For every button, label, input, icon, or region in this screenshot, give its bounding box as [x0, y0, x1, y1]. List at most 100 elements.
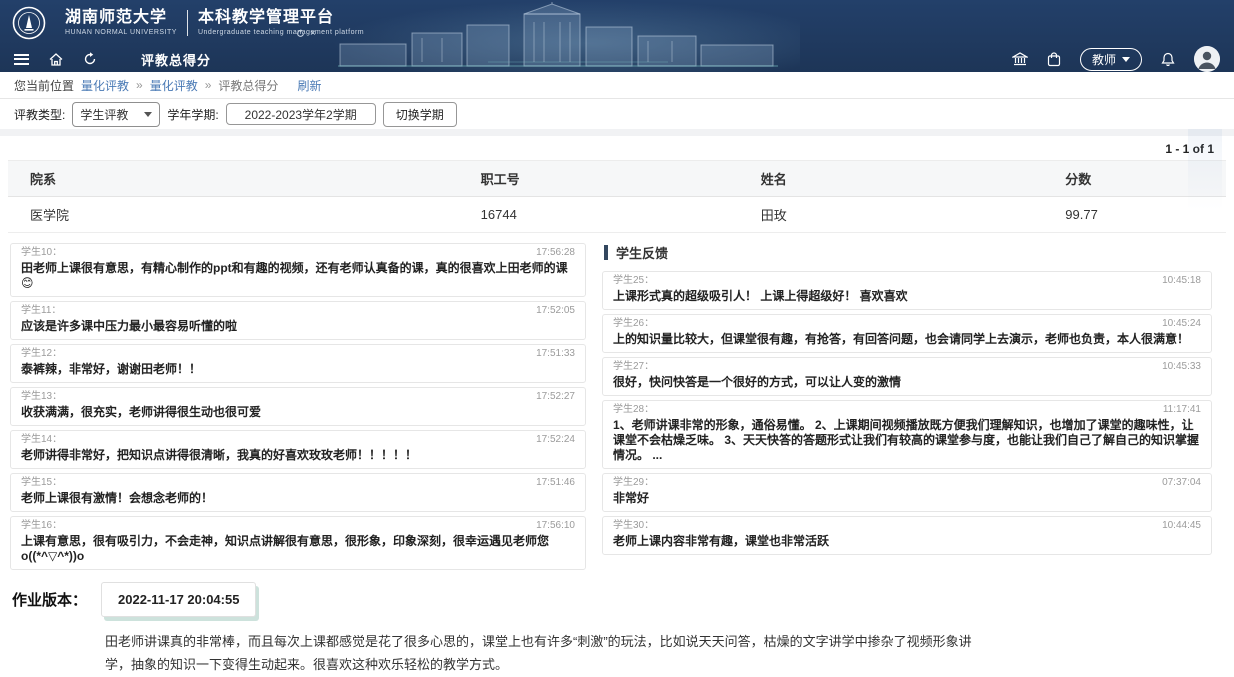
- eval-type-value: 学生评教: [80, 106, 128, 123]
- university-seal-logo: [12, 6, 46, 40]
- comment-author: 学生12：: [21, 348, 62, 360]
- comment-card: 学生15： 17:51:46 老师上课很有激情！会想念老师的！: [10, 473, 586, 512]
- comment-text: 老师讲得非常好，把知识点讲得很清晰，我真的好喜欢玫玫老师！！！！！: [21, 448, 575, 463]
- section-divider: [0, 129, 1234, 136]
- cell-score: 99.77: [1043, 197, 1226, 233]
- comment-card: 学生12：17:51:33 泰裤辣，非常好，谢谢田老师！！: [10, 344, 586, 383]
- col-header-score: 分数: [1043, 161, 1226, 197]
- comment-card: 学生28： 11:17:41 1、老师讲课非常的形象，通俗易懂。 2、上课期间视频…: [602, 400, 1212, 469]
- comment-card: 学生26： 10:45:24 上的知识量比较大，但课堂很有趣，有抢答，有回答问题，…: [602, 314, 1212, 353]
- comment-author: 学生28：: [613, 404, 654, 416]
- term-input[interactable]: [226, 103, 376, 125]
- platform-name: 本科教学管理平台: [198, 9, 364, 27]
- comment-author: 学生25：: [613, 275, 654, 287]
- col-header-staff-id: 职工号: [459, 161, 739, 197]
- feedback-title-text: 学生反馈: [616, 243, 668, 262]
- brand-divider: [187, 10, 188, 36]
- comment-author: 学生27：: [613, 361, 654, 373]
- comments-left-column: 学生10： 17:56:28 田老师上课很有意思，有精心制作的ppt和有趣的视频，…: [10, 243, 586, 574]
- comment-time: 10:44:45: [1162, 520, 1201, 532]
- comment-card: 学生27： 10:45:33 很好，快问快答是一个很好的方式，可以让人变的激情: [602, 357, 1212, 396]
- comment-author: 学生13：: [21, 391, 62, 403]
- comment-card: 学生10： 17:56:28 田老师上课很有意思，有精心制作的ppt和有趣的视频，…: [10, 243, 586, 297]
- table-header-row: 院系 职工号 姓名 分数: [8, 161, 1226, 197]
- eval-type-select[interactable]: 学生评教: [72, 102, 160, 127]
- user-avatar[interactable]: [1194, 46, 1220, 72]
- comment-time: 17:52:05: [536, 305, 575, 317]
- comment-card: 学生25： 10:45:18 上课形式真的超级吸引人！ 上课上得超级好！ 喜欢喜欢: [602, 271, 1212, 310]
- comment-text: 非常好: [613, 491, 1201, 506]
- comment-time: 10:45:33: [1162, 361, 1201, 373]
- tab-refresh-icon[interactable]: [296, 29, 305, 38]
- comment-text: 上课有意思，很有吸引力，不会走神，知识点讲解很有意思，很形象，印象深刻，很幸运遇…: [21, 534, 575, 564]
- breadcrumb-separator: »: [136, 78, 143, 92]
- comment-text: 很好，快问快答是一个很好的方式，可以让人变的激情: [613, 375, 1201, 390]
- breadcrumb-link-quantitative-2[interactable]: 量化评教: [150, 77, 198, 94]
- comment-time: 10:45:24: [1162, 318, 1201, 330]
- home-icon[interactable]: [49, 53, 63, 66]
- menu-icon[interactable]: [14, 54, 29, 65]
- comment-text: 上的知识量比较大，但课堂很有趣，有抢答，有回答问题，也会请同学上去演示，老师也负…: [613, 332, 1201, 347]
- version-label: 作业版本：: [12, 589, 87, 610]
- tab-close-icon[interactable]: ×: [310, 28, 316, 39]
- university-name-en: HUNAN NORMAL UNIVERSITY: [65, 29, 177, 37]
- comment-time: 10:45:18: [1162, 275, 1201, 287]
- refresh-icon[interactable]: [83, 52, 97, 66]
- switch-term-button[interactable]: 切换学期: [383, 102, 457, 127]
- comment-time: 17:51:46: [536, 477, 575, 489]
- comments-region: 学生10： 17:56:28 田老师上课很有意思，有精心制作的ppt和有趣的视频，…: [0, 233, 1234, 574]
- comment-author: 学生29：: [613, 477, 654, 489]
- breadcrumb-current: 评教总得分: [218, 77, 278, 94]
- col-header-department: 院系: [8, 161, 459, 197]
- comment-author: 学生15：: [21, 477, 62, 489]
- score-table: 院系 职工号 姓名 分数 医学院 16744 田玫 99.77: [8, 160, 1226, 233]
- university-name: 湖南师范大学: [65, 9, 177, 27]
- breadcrumb-link-quantitative[interactable]: 量化评教: [81, 77, 129, 94]
- app-header: 湖南师范大学 HUNAN NORMAL UNIVERSITY 本科教学管理平台 …: [0, 0, 1234, 72]
- institution-icon[interactable]: [1012, 52, 1028, 66]
- title-accent-bar: [604, 245, 608, 260]
- cell-staff-id: 16744: [459, 197, 739, 233]
- notifications-bell-icon[interactable]: [1161, 52, 1175, 67]
- comment-card: 学生29：07:37:04 非常好: [602, 473, 1212, 512]
- term-label: 学年学期:: [167, 106, 218, 123]
- comment-card: 学生30： 10:44:45 老师上课内容非常有趣，课堂也非常活跃: [602, 516, 1212, 555]
- store-bag-icon[interactable]: [1047, 52, 1061, 67]
- eval-type-label: 评教类型:: [14, 106, 65, 123]
- comment-time: 17:52:24: [536, 434, 575, 446]
- comment-text: 田老师上课很有意思，有精心制作的ppt和有趣的视频，还有老师认真备的课，真的很喜…: [21, 261, 575, 291]
- refresh-link[interactable]: 刷新: [297, 77, 321, 94]
- comment-author: 学生26：: [613, 318, 654, 330]
- comment-card: 学生11： 17:52:05 应该是许多课中压力最小最容易听懂的啦: [10, 301, 586, 340]
- comment-card: 学生13：17:52:27 收获满满，很充实，老师讲得很生动也很可爱: [10, 387, 586, 426]
- cell-department: 医学院: [8, 197, 459, 233]
- comment-author: 学生11：: [21, 305, 61, 317]
- breadcrumb-separator: »: [205, 78, 212, 92]
- role-dropdown[interactable]: 教师: [1080, 48, 1142, 71]
- chevron-down-icon: [1122, 57, 1130, 62]
- comment-text: 泰裤辣，非常好，谢谢田老师！！: [21, 362, 575, 377]
- comment-card: 学生16： 17:56:10 上课有意思，很有吸引力，不会走神，知识点讲解很有意思…: [10, 516, 586, 570]
- comment-text: 收获满满，很充实，老师讲得很生动也很可爱: [21, 405, 575, 420]
- comment-text: 上课形式真的超级吸引人！ 上课上得超级好！ 喜欢喜欢: [613, 289, 1201, 304]
- comment-text: 老师上课内容非常有趣，课堂也非常活跃: [613, 534, 1201, 549]
- tab-evaluation-score[interactable]: 评教总得分: [141, 50, 211, 69]
- comment-text: 老师上课很有激情！会想念老师的！: [21, 491, 575, 506]
- breadcrumb-prefix: 您当前位置: [14, 77, 74, 94]
- comment-author: 学生30：: [613, 520, 654, 532]
- pagination-info: 1 - 1 of 1: [0, 136, 1234, 160]
- comment-author: 学生16：: [21, 520, 62, 532]
- comment-text: 应该是许多课中压力最小最容易听懂的啦: [21, 319, 575, 334]
- comment-time: 17:56:10: [536, 520, 575, 532]
- footer-comment-text: 田老师讲课真的非常棒，而且每次上课都感觉是花了很多心思的，课堂上也有许多“刺激”…: [105, 631, 983, 677]
- feedback-panel: 学生反馈 学生25： 10:45:18 上课形式真的超级吸引人！ 上课上得超级好！…: [602, 243, 1212, 574]
- comment-time: 11:17:41: [1163, 404, 1201, 416]
- comment-time: 17:56:28: [536, 247, 575, 259]
- table-row: 医学院 16744 田玫 99.77: [8, 197, 1226, 233]
- col-header-name: 姓名: [739, 161, 1044, 197]
- comment-card: 学生14：17:52:24 老师讲得非常好，把知识点讲得很清晰，我真的好喜欢玫玫…: [10, 430, 586, 469]
- filter-bar: 评教类型: 学生评教 学年学期: 切换学期: [0, 99, 1234, 129]
- comment-text: 1、老师讲课非常的形象，通俗易懂。 2、上课期间视频播放既方便我们理解知识，也增…: [613, 418, 1201, 463]
- comment-author: 学生10：: [21, 247, 62, 259]
- cell-name: 田玫: [739, 197, 1044, 233]
